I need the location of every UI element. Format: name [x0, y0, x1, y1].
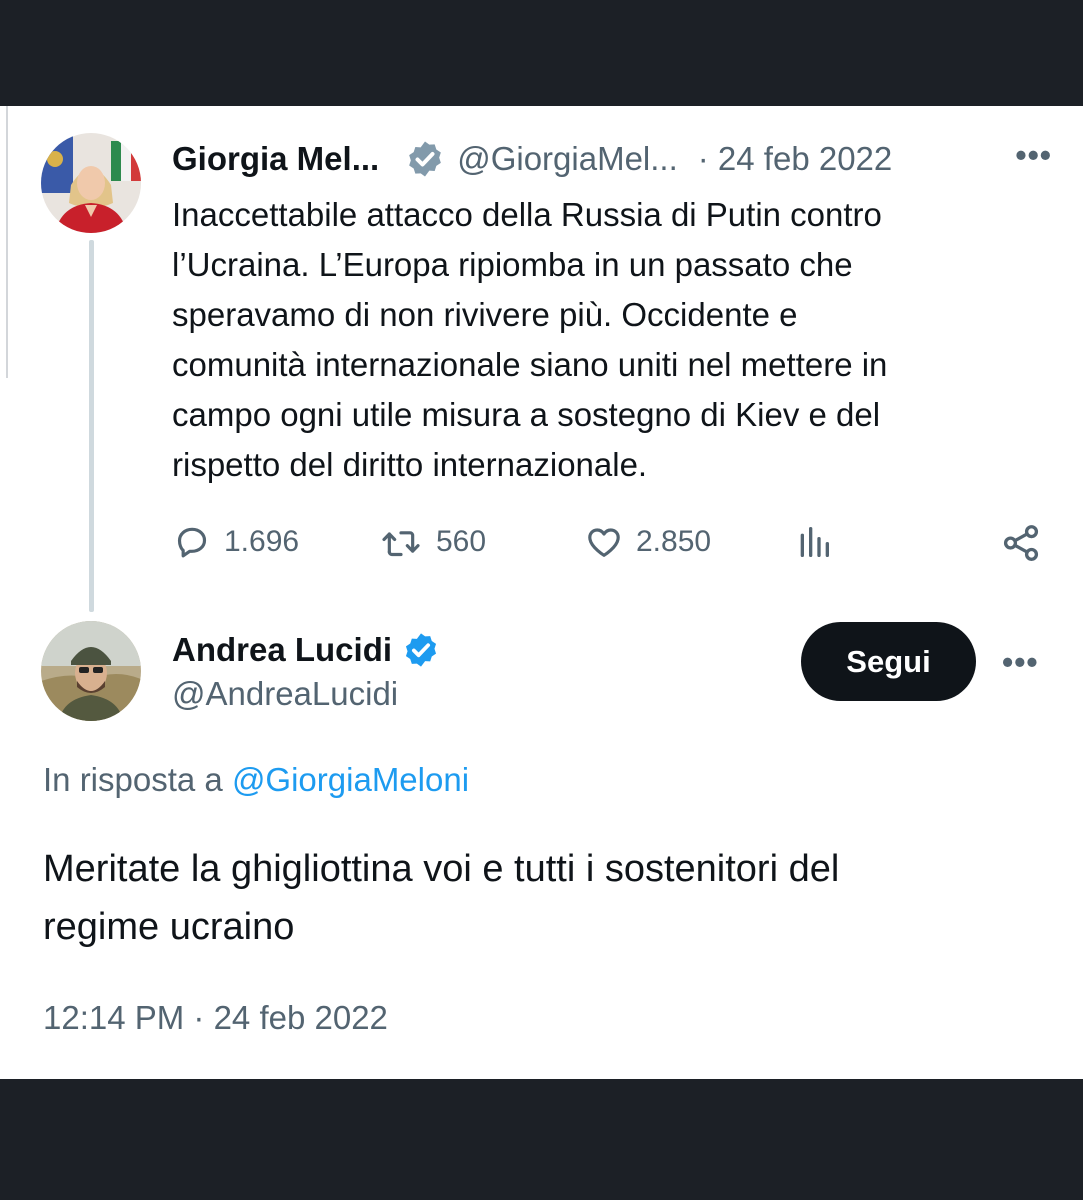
share-button[interactable]	[1000, 522, 1042, 564]
tweet-text-line: l’Ucraina. L’Europa ripiomba in un passa…	[172, 246, 853, 283]
share-icon	[1003, 525, 1039, 561]
avatar-andrea-lucidi[interactable]	[41, 621, 141, 721]
like-count: 2.850	[636, 525, 712, 558]
heart-icon	[588, 528, 620, 557]
tweet-card: Giorgia Mel... @GiorgiaMel... · 24 feb 2…	[0, 106, 1083, 1079]
avatar-andrea-image	[41, 621, 141, 721]
reply-button[interactable]: 1.696	[172, 522, 299, 562]
author-name[interactable]: Giorgia Mel...	[172, 140, 379, 178]
tweet-text-line: Inaccettabile attacco della Russia di Pu…	[172, 196, 882, 233]
tweet-text-line: Meritate la ghigliottina voi e tutti i s…	[43, 848, 840, 890]
author-name[interactable]: Andrea Lucidi	[172, 631, 392, 669]
verified-badge-icon	[405, 633, 437, 667]
avatar-giorgia-image	[41, 133, 141, 233]
thread-connector-line	[89, 240, 94, 612]
tweet-date[interactable]: · 24 feb 2022	[698, 140, 893, 178]
follow-button[interactable]: Segui	[801, 622, 976, 701]
like-button[interactable]: 2.850	[584, 522, 711, 562]
screenshot: { "original_tweet": { "author_name": "Gi…	[0, 0, 1083, 1200]
reply-count: 1.696	[224, 525, 300, 558]
tweet-text-line: rispetto del diritto internazionale.	[172, 446, 648, 483]
more-dots-icon[interactable]: •••	[1015, 137, 1052, 174]
avatar-giorgia-meloni[interactable]	[41, 133, 141, 233]
tweet-text-line: comunità internazionale siano uniti nel …	[172, 346, 888, 383]
tweet-text-line: campo ogni utile misura a sostegno di Ki…	[172, 396, 881, 433]
tweet-text-line: regime ucraino	[43, 906, 295, 948]
reply-prefix: In risposta a	[43, 761, 223, 798]
original-tweet-text: Inaccettabile attacco della Russia di Pu…	[172, 190, 1042, 490]
reply-tweet-header: Andrea Lucidi	[172, 627, 440, 673]
views-button[interactable]	[796, 522, 832, 562]
tweet-action-bar: 1.696 560 2.850	[172, 522, 1042, 568]
reply-target-link[interactable]: @GiorgiaMeloni	[232, 761, 469, 798]
reply-tweet-text: Meritate la ghigliottina voi e tutti i s…	[43, 840, 1043, 956]
retweet-count: 560	[436, 525, 487, 558]
reply-context: In risposta a @GiorgiaMeloni	[43, 761, 469, 799]
edge-divider	[6, 106, 8, 378]
retweet-button[interactable]: 560	[378, 522, 486, 562]
verified-government-badge-icon	[409, 141, 442, 177]
original-tweet-header: Giorgia Mel... @GiorgiaMel... · 24 feb 2…	[172, 135, 1052, 183]
reply-icon	[177, 527, 207, 558]
tweet-timestamp[interactable]: 12:14 PM · 24 feb 2022	[43, 999, 388, 1037]
tweet-text-line: speravamo di non rivivere più. Occidente…	[172, 296, 798, 333]
author-handle[interactable]: @AndreaLucidi	[172, 675, 398, 713]
author-handle[interactable]: @GiorgiaMel...	[457, 140, 678, 178]
retweet-icon	[382, 531, 420, 557]
more-dots-icon[interactable]: •••	[1002, 644, 1039, 681]
views-analytics-icon	[800, 527, 829, 557]
